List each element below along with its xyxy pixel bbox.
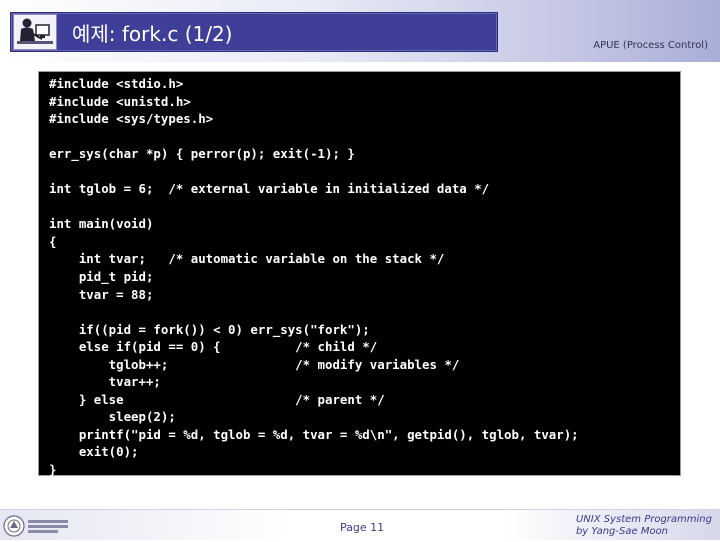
footer-credit-author: by Yang-Sae Moon <box>575 526 669 537</box>
code-line: tglob++; /* modify variables */ <box>49 356 460 372</box>
slide-subtitle: APUE (Process Control) <box>593 40 708 51</box>
code-line: else if(pid == 0) { /* child */ <box>49 339 378 355</box>
footer-credit: UNIX System Programming by Yang-Sae Moon <box>576 514 712 538</box>
code-line: } <box>49 462 57 478</box>
code-line: err_sys(char *p) { perror(p); exit(-1); … <box>49 146 355 162</box>
person-at-computer-icon <box>13 14 57 50</box>
page-number: Page 11 <box>340 521 385 534</box>
code-line: int tvar; /* automatic variable on the s… <box>49 251 445 267</box>
code-line: sleep(2); <box>49 409 176 425</box>
code-line: int tglob = 6; /* external variable in i… <box>49 181 490 197</box>
code-line: #include <unistd.h> <box>49 93 191 109</box>
code-line: tvar++; <box>49 374 161 390</box>
slide-title: 예제: fork.c (1/2) <box>72 22 233 46</box>
code-line: printf("pid = %d, tglob = %d, tvar = %d\… <box>49 426 579 442</box>
code-line: tvar = 88; <box>49 286 154 302</box>
code-line: } else /* parent */ <box>49 391 385 407</box>
code-line: if((pid = fork()) < 0) err_sys("fork"); <box>49 321 370 337</box>
code-line: exit(0); <box>49 444 139 460</box>
code-line: #include <sys/types.h> <box>49 111 214 127</box>
footer-credit-course: UNIX System Programming <box>575 514 712 525</box>
university-seal-icon <box>3 514 71 538</box>
code-block: #include <stdio.h> #include <unistd.h> #in… <box>38 71 681 479</box>
code-line: int main(void) <box>49 216 154 232</box>
code-line: { <box>49 233 57 249</box>
code-line: pid_t pid; <box>49 269 154 285</box>
code-listing: #include <stdio.h> #include <unistd.h> #in… <box>39 72 680 479</box>
code-line: #include <stdio.h> <box>49 76 184 91</box>
